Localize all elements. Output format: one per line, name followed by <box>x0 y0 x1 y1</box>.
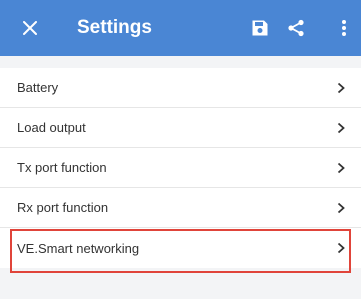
page-title: Settings <box>77 17 152 38</box>
settings-item-label: Load output <box>17 120 86 135</box>
settings-list: Battery Load output Tx port function Rx … <box>0 68 361 268</box>
settings-item-rx-port-function[interactable]: Rx port function <box>0 188 361 228</box>
settings-screen: Settings Battery Load output Tx port fun… <box>0 0 361 299</box>
more-options-button[interactable] <box>335 0 353 56</box>
chevron-right-icon <box>337 242 345 254</box>
settings-item-tx-port-function[interactable]: Tx port function <box>0 148 361 188</box>
settings-item-label: Battery <box>17 80 59 95</box>
more-vert-icon <box>342 20 346 36</box>
save-icon <box>252 20 268 36</box>
settings-item-ve-smart-networking[interactable]: VE.Smart networking <box>0 228 361 268</box>
close-icon <box>23 21 37 35</box>
share-button[interactable] <box>283 0 309 56</box>
settings-item-label: VE.Smart networking <box>17 240 140 256</box>
toolbar: Settings <box>0 0 361 56</box>
chevron-right-icon <box>337 82 345 93</box>
chevron-right-icon <box>337 162 345 173</box>
close-button[interactable] <box>16 0 44 56</box>
share-icon <box>288 19 304 37</box>
settings-item-label: Rx port function <box>17 200 109 215</box>
settings-item-load-output[interactable]: Load output <box>0 108 361 148</box>
settings-item-label: Tx port function <box>17 160 107 175</box>
save-button[interactable] <box>247 0 273 56</box>
chevron-right-icon <box>337 122 345 133</box>
chevron-right-icon <box>337 202 345 213</box>
settings-item-battery[interactable]: Battery <box>0 68 361 108</box>
